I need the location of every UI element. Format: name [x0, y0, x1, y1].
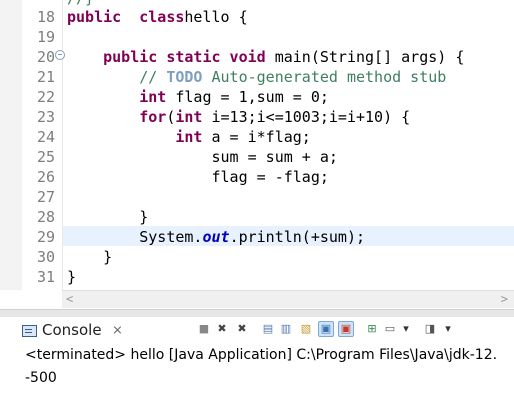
code-token: flag = -flag; — [67, 168, 329, 186]
code-token: TODO — [166, 68, 203, 86]
code-token: // — [139, 68, 167, 86]
code-line: } — [67, 247, 112, 267]
line-number: 28 — [36, 208, 55, 226]
scroll-right-arrow-icon[interactable]: > — [501, 291, 508, 308]
tab-console-label: Console — [42, 321, 102, 339]
terminate-icon[interactable]: ■ — [196, 321, 212, 337]
line-number: 24 — [36, 128, 55, 146]
code-token: } — [67, 268, 77, 286]
line-number: 23 — [36, 108, 55, 126]
code-token: flag = 1,sum = 0; — [166, 88, 329, 106]
line-number: 22 — [36, 88, 55, 106]
code-token: class — [139, 8, 185, 26]
code-token: System. — [67, 228, 203, 246]
code-token: } — [67, 208, 149, 226]
code-token: int — [175, 108, 203, 126]
code-line: public static void main(String[] args) { — [67, 47, 464, 67]
code-line: int a = i*flag; — [67, 127, 311, 147]
code-token: i=13;i<=1003;i=i+10) { — [202, 108, 411, 126]
remove-launch-icon[interactable]: ✖ — [214, 321, 230, 337]
line-number: 21 — [36, 68, 55, 86]
code-token: public static void — [103, 48, 266, 66]
open-dropdown-icon[interactable]: ▾ — [440, 321, 456, 337]
code-token: a = i*flag; — [202, 128, 311, 146]
line-number: 18 — [36, 8, 55, 26]
code-line: // TODO Auto-generated method stub — [67, 67, 446, 87]
show-when-stdout-icon[interactable]: ▣ — [318, 321, 334, 337]
code-line: } — [67, 267, 76, 287]
code-token: public — [67, 8, 122, 26]
line-number: 19 — [36, 28, 55, 46]
line-number: 29 — [36, 228, 55, 246]
console-output[interactable]: <terminated> hello [Java Application] C:… — [0, 343, 514, 403]
clear-console-icon[interactable]: ▤ — [260, 321, 276, 337]
line-number: 25 — [36, 148, 55, 166]
console-header: <terminated> hello [Java Application] C:… — [25, 347, 498, 363]
code-line: } — [67, 207, 148, 227]
code-token: .println(+sum); — [229, 228, 366, 246]
code-line: sum = sum + a; — [67, 147, 338, 167]
console-output-line: -500 — [25, 370, 57, 386]
code-line: System.out.println(+sum); — [67, 227, 365, 247]
display-dropdown-icon[interactable]: ▾ — [398, 321, 414, 337]
gutter-separator — [62, 0, 63, 290]
console-view-toolbar: Console ⨯ ■ ✖ ✖ ▤ ▥ ▧ ▣ ▣ ⊞ ▭ ▾ ◨ ▾ — [0, 317, 514, 344]
code-line: public classhello { — [67, 7, 248, 27]
code-line: int flag = 1,sum = 0; — [67, 87, 329, 107]
display-selected-console-icon[interactable]: ▭ — [382, 321, 398, 337]
close-icon[interactable]: ⨯ — [112, 318, 123, 343]
horizontal-scrollbar[interactable]: < > — [62, 290, 514, 308]
show-when-stderr-icon[interactable]: ▣ — [338, 321, 354, 337]
console-icon — [22, 325, 37, 337]
code-token: int — [175, 128, 203, 146]
code-token: out — [202, 228, 230, 246]
overview-ruler — [0, 0, 22, 290]
code-token: } — [67, 248, 113, 266]
line-number: 31 — [36, 268, 55, 286]
scroll-left-arrow-icon[interactable]: < — [66, 291, 73, 308]
code-token: Auto-generated method stub — [202, 68, 447, 86]
code-token: for — [139, 108, 167, 126]
code-line: for(int i=13;i<=1003;i=i+10) { — [67, 107, 410, 127]
fold-collapse-icon[interactable]: − — [55, 50, 65, 60]
line-number: 30 — [36, 248, 55, 266]
code-token: main(String[] args) { — [265, 48, 465, 66]
open-console-icon[interactable]: ◨ — [422, 321, 438, 337]
remove-all-terminated-icon[interactable]: ✖ — [234, 321, 250, 337]
line-number-gutter: 18 19 20 21 22 23 24 25 26 27 28 29 30 31 — [22, 0, 62, 290]
word-wrap-icon[interactable]: ▧ — [298, 321, 314, 337]
code-editor[interactable]: 18 19 20 21 22 23 24 25 26 27 28 29 30 31 //} − < > p… — [0, 0, 514, 309]
code-token: int — [139, 88, 167, 106]
line-number: 27 — [36, 188, 55, 206]
code-token: hello { — [184, 8, 248, 26]
line-number: 26 — [36, 168, 55, 186]
code-token: sum = sum + a; — [67, 148, 338, 166]
line-number: 20 — [36, 48, 55, 66]
code-line: flag = -flag; — [67, 167, 329, 187]
pin-console-icon[interactable]: ⊞ — [364, 321, 380, 337]
scroll-lock-icon[interactable]: ▥ — [278, 321, 294, 337]
